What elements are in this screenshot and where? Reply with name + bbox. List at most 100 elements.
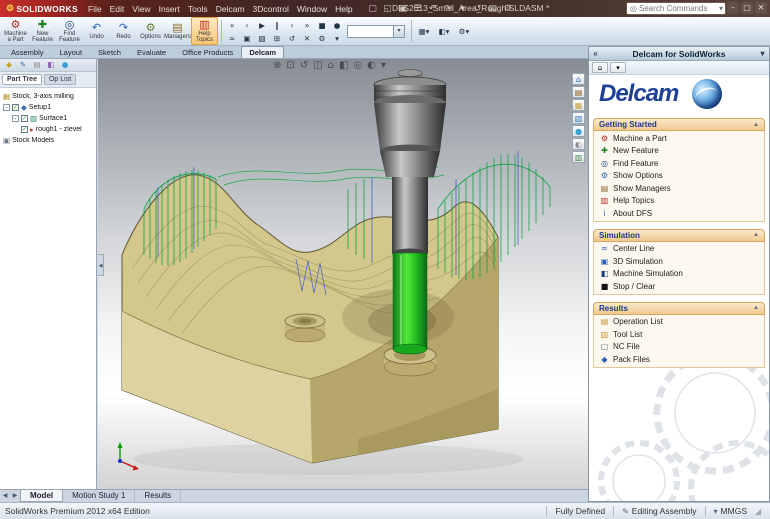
configuration-manager-tab[interactable]: ▤ <box>31 60 43 70</box>
previous-view-icon[interactable]: ↺ <box>300 60 308 71</box>
tree-collapse-handle[interactable]: ◀ <box>98 254 104 276</box>
menu-help[interactable]: Help <box>331 2 356 16</box>
hide-show-icon[interactable]: ◎ <box>353 60 362 71</box>
sim-clear-button[interactable]: ✕ <box>300 32 314 44</box>
resources-tab[interactable]: ⌂ <box>572 73 585 85</box>
sim-play-button[interactable]: ▶ <box>255 19 269 31</box>
tool-list-item[interactable]: ▥Tool List <box>594 328 764 341</box>
scenes-tab[interactable]: ◐ <box>572 138 585 150</box>
tab-sketch[interactable]: Sketch <box>90 46 129 58</box>
graphics-viewport[interactable]: ⊕⊡↺◫⌂◧◎◐▾ ⌂▤▦▧●◐▥ ◀ <box>98 59 588 489</box>
sim-centerline-button[interactable]: ≈ <box>225 32 239 44</box>
tools-button[interactable]: ⚙▾ <box>455 25 473 37</box>
managers-button[interactable]: ▤Managers <box>164 17 191 45</box>
pin-icon[interactable]: ▾ <box>756 49 769 58</box>
center-line-item[interactable]: ≈Center Line <box>594 243 764 256</box>
file-explorer-tab[interactable]: ▦ <box>572 99 585 111</box>
menu-edit[interactable]: Edit <box>106 2 129 16</box>
machine-a-part-item[interactable]: ⚙Machine a Part <box>594 132 764 145</box>
sheet-prev-button[interactable]: ◀ <box>0 490 10 502</box>
tree-tab-part-tree[interactable]: Part Tree <box>2 74 42 85</box>
appearances-tab[interactable]: ● <box>572 125 585 137</box>
options-menu-icon[interactable]: ▾ <box>610 62 626 73</box>
help-topics-item[interactable]: ▥Help Topics <box>594 195 764 208</box>
sim-compare-button[interactable]: ⊞ <box>270 32 284 44</box>
close-button[interactable]: ✕ <box>755 2 767 14</box>
operation-list-item[interactable]: ▤Operation List <box>594 316 764 329</box>
section-view-icon[interactable]: ◫ <box>313 60 322 71</box>
pack-files-item[interactable]: ◆Pack Files <box>594 353 764 366</box>
nc-file-item[interactable]: ▢NC File <box>594 341 764 354</box>
tree-row[interactable]: ▦Stock, 3-axis milling <box>1 91 95 102</box>
find-feature-item[interactable]: ◎Find Feature <box>594 157 764 170</box>
sim-step-back-button[interactable]: ‹ <box>240 19 254 31</box>
search-box[interactable]: ◎ ▾ <box>626 2 726 15</box>
tab-assembly[interactable]: Assembly <box>3 46 52 58</box>
display-manager-tab[interactable]: ● <box>59 60 71 70</box>
tab-delcam[interactable]: Delcam <box>241 46 284 58</box>
sim-more-button[interactable]: ▾ <box>330 32 344 44</box>
help-topics-button[interactable]: ▥HelpTopics <box>191 17 218 45</box>
minimize-button[interactable]: – <box>727 2 739 14</box>
collapse-pane-icon[interactable]: « <box>589 49 602 58</box>
zoom-area-icon[interactable]: ⊡ <box>286 60 294 71</box>
menu-tools[interactable]: Tools <box>184 2 212 16</box>
section-header-simulation[interactable]: Simulation▲ <box>593 229 765 242</box>
redo-button[interactable]: ↷Redo <box>110 17 137 45</box>
stop-clear-item[interactable]: ■Stop / Clear <box>594 280 764 293</box>
property-manager-tab[interactable]: ✎ <box>17 60 29 70</box>
combo-dropdown-icon[interactable]: ▾ <box>393 26 404 37</box>
view-orientation-icon[interactable]: ⌂ <box>328 60 334 71</box>
sim-speed-combo[interactable]: ▾ <box>347 25 405 38</box>
collapse-section-icon[interactable]: ▲ <box>753 305 759 311</box>
sim-wireframe-button[interactable]: ▧ <box>255 32 269 44</box>
about-dfs-item[interactable]: iAbout DFS <box>594 207 764 220</box>
new-file-icon[interactable]: ▢ <box>367 4 379 14</box>
custom-properties-tab[interactable]: ▥ <box>572 151 585 163</box>
undo-button[interactable]: ↶Undo <box>83 17 110 45</box>
sim-solid-button[interactable]: ▣ <box>240 32 254 44</box>
new-feature-button[interactable]: ✚NewFeature <box>29 17 56 45</box>
tree-row[interactable]: -✓◆Setup1 <box>1 102 95 113</box>
menu-insert[interactable]: Insert <box>155 2 184 16</box>
scene-dropdown-icon[interactable]: ▾ <box>381 60 386 71</box>
search-dropdown-icon[interactable]: ▾ <box>719 4 723 13</box>
sim-stop-button[interactable]: ■ <box>315 19 329 31</box>
tree-tab-op-list[interactable]: Op List <box>44 74 76 85</box>
menu-file[interactable]: File <box>84 2 106 16</box>
sim-to-end-button[interactable]: » <box>300 19 314 31</box>
tab-office-products[interactable]: Office Products <box>174 46 241 58</box>
collapse-section-icon[interactable]: ▲ <box>753 232 759 238</box>
find-feature-button[interactable]: ◎FindFeature <box>56 17 83 45</box>
new-feature-item[interactable]: ✚New Feature <box>594 145 764 158</box>
tree-row[interactable]: ✓▸rough1 - zlevel <box>1 124 95 135</box>
show-managers-item[interactable]: ▤Show Managers <box>594 182 764 195</box>
display-style-icon[interactable]: ◧ <box>339 60 348 71</box>
sim-settings-button[interactable]: ⚙ <box>315 32 329 44</box>
menu-window[interactable]: Window <box>293 2 331 16</box>
3d-simulation-item[interactable]: ▣3D Simulation <box>594 255 764 268</box>
tab-layout[interactable]: Layout <box>52 46 91 58</box>
maximize-button[interactable]: ▢ <box>741 2 753 14</box>
sim-to-start-button[interactable]: « <box>225 19 239 31</box>
machine-simulation-item[interactable]: ◧Machine Simulation <box>594 268 764 281</box>
menu-3dcontrol[interactable]: 3Dcontrol <box>249 2 293 16</box>
checkbox-icon[interactable]: ✓ <box>21 115 28 122</box>
home-icon[interactable]: ⌂ <box>592 62 608 73</box>
display-mode-button[interactable]: ◧▾ <box>435 25 453 37</box>
menu-view[interactable]: View <box>128 2 154 16</box>
options-button[interactable]: ⚙Options <box>137 17 164 45</box>
tree-row[interactable]: -✓▧Surface1 <box>1 113 95 124</box>
stock-model[interactable] <box>122 175 498 463</box>
doc-tab-results[interactable]: Results <box>135 490 181 502</box>
expander-icon[interactable]: - <box>12 115 19 122</box>
section-header-getting-started[interactable]: Getting Started▲ <box>593 118 765 131</box>
view-options-button[interactable]: ▦▾ <box>415 25 433 37</box>
sim-refresh-button[interactable]: ↺ <box>285 32 299 44</box>
sim-pause-button[interactable]: ‖ <box>270 19 284 31</box>
view-palette-tab[interactable]: ▧ <box>572 112 585 124</box>
tree-row[interactable]: ▣Stock Models <box>1 135 95 146</box>
search-input[interactable] <box>639 4 717 13</box>
menu-delcam[interactable]: Delcam <box>212 2 249 16</box>
doc-tab-model[interactable]: Model <box>20 490 63 502</box>
